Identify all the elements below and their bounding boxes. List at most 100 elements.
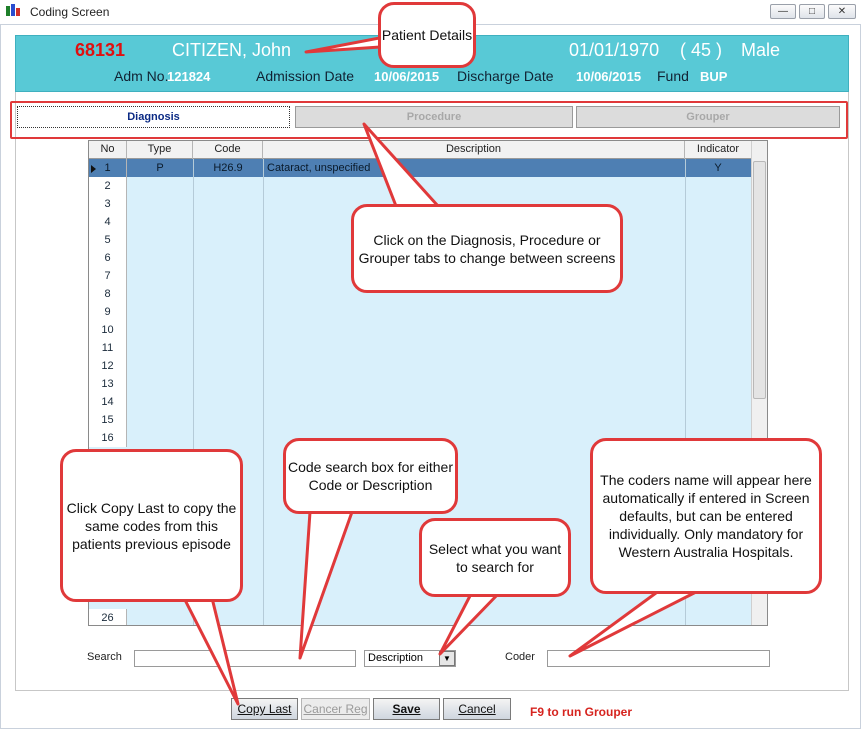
table-row[interactable]: 15 [89, 411, 751, 429]
tabs-highlight-box [10, 101, 848, 139]
cell-code: H26.9 [213, 162, 243, 174]
table-row[interactable]: 12 [89, 357, 751, 375]
cell-no: 26 [89, 609, 127, 625]
cell-type [127, 231, 193, 249]
cell-type [127, 195, 193, 213]
patient-name: CITIZEN, John [172, 40, 292, 60]
table-row[interactable]: 1 P H26.9 Cataract, unspecified Y [89, 159, 751, 177]
chevron-down-icon[interactable]: ▼ [439, 651, 455, 666]
cell-no: 8 [89, 285, 127, 303]
cell-code [193, 339, 263, 357]
cell-type [127, 411, 193, 429]
cell-code [193, 213, 263, 231]
cell-indicator [685, 195, 751, 213]
cell-no: 3 [89, 195, 127, 213]
patient-dob: 01/01/1970 [569, 40, 660, 60]
table-row[interactable]: 14 [89, 393, 751, 411]
cell-indicator [685, 249, 751, 267]
grid-scrollbar-thumb[interactable] [753, 161, 766, 399]
cell-indicator [685, 411, 751, 429]
cell-type [127, 357, 193, 375]
callout-coder: The coders name will appear here automat… [590, 438, 822, 594]
save-button[interactable]: Save [373, 698, 440, 720]
discharge-date-value: 10/06/2015 [576, 69, 642, 84]
window-title: Coding Screen [30, 5, 110, 19]
table-row[interactable]: 10 [89, 321, 751, 339]
cell-no: 12 [89, 357, 127, 375]
cell-description [267, 609, 683, 625]
cell-type: P [156, 162, 164, 174]
cell-code [193, 195, 263, 213]
cell-type [127, 339, 193, 357]
table-row[interactable]: 26 [89, 609, 751, 625]
col-header-description[interactable]: Description [263, 141, 685, 159]
cell-description: Cataract, unspecified [267, 162, 371, 174]
cell-description [267, 339, 683, 357]
cell-type [127, 429, 193, 447]
discharge-date-label: Discharge Date [457, 68, 554, 84]
adm-no-label: Adm No. [114, 68, 169, 84]
copy-last-button[interactable]: Copy Last [231, 698, 298, 720]
col-header-indicator[interactable]: Indicator [685, 141, 751, 159]
patient-age: ( 45 ) [680, 40, 723, 60]
coder-label: Coder [505, 651, 535, 663]
cell-code [193, 249, 263, 267]
cell-indicator [685, 357, 751, 375]
cell-no: 13 [89, 375, 127, 393]
cell-description [267, 321, 683, 339]
cell-indicator [685, 393, 751, 411]
cell-type [127, 285, 193, 303]
table-row[interactable]: 11 [89, 339, 751, 357]
callout-tabs: Click on the Diagnosis, Procedure or Gro… [351, 204, 623, 293]
cell-type [127, 213, 193, 231]
cell-no: 6 [89, 249, 127, 267]
cell-indicator [685, 609, 751, 625]
fund-label: Fund [657, 68, 689, 84]
cell-description [267, 357, 683, 375]
maximize-icon[interactable]: □ [799, 4, 825, 19]
cell-no: 14 [89, 393, 127, 411]
col-header-code[interactable]: Code [193, 141, 263, 159]
cell-type [127, 249, 193, 267]
cell-indicator [685, 285, 751, 303]
cell-code [193, 177, 263, 195]
col-header-no[interactable]: No [89, 141, 127, 159]
cancel-button[interactable]: Cancel [443, 698, 511, 720]
callout-patient-details: Patient Details [378, 2, 476, 68]
search-input[interactable] [134, 650, 356, 667]
adm-no-value: 121824 [167, 69, 211, 84]
cell-no: 9 [89, 303, 127, 321]
col-header-type[interactable]: Type [127, 141, 193, 159]
search-label: Search [87, 651, 122, 663]
cell-type [127, 177, 193, 195]
table-row[interactable]: 9 [89, 303, 751, 321]
cell-no: 4 [89, 213, 127, 231]
cell-indicator [685, 177, 751, 195]
cell-code [193, 429, 263, 447]
callout-copy-last: Click Copy Last to copy the same codes f… [60, 449, 243, 602]
cell-type [127, 321, 193, 339]
admission-date-label: Admission Date [256, 68, 355, 84]
cell-no: 2 [89, 177, 127, 195]
cell-type [127, 375, 193, 393]
cell-type [127, 303, 193, 321]
callout-search-type: Select what you want to search for [419, 518, 571, 597]
cell-indicator [685, 339, 751, 357]
cell-code [193, 321, 263, 339]
cell-code [193, 357, 263, 375]
minimize-icon[interactable]: — [770, 4, 796, 19]
close-icon[interactable]: ✕ [828, 4, 856, 19]
coder-input[interactable] [547, 650, 770, 667]
cell-indicator [685, 213, 751, 231]
current-row-indicator-icon [91, 165, 96, 173]
table-row[interactable]: 13 [89, 375, 751, 393]
cell-indicator [685, 267, 751, 285]
cell-type [127, 267, 193, 285]
cell-code [193, 411, 263, 429]
cell-description [267, 393, 683, 411]
cell-no: 16 [89, 429, 127, 447]
table-row[interactable]: 2 [89, 177, 751, 195]
cancer-reg-button[interactable]: Cancer Reg [301, 698, 370, 720]
app-chart-icon [6, 4, 20, 18]
cell-type [127, 393, 193, 411]
